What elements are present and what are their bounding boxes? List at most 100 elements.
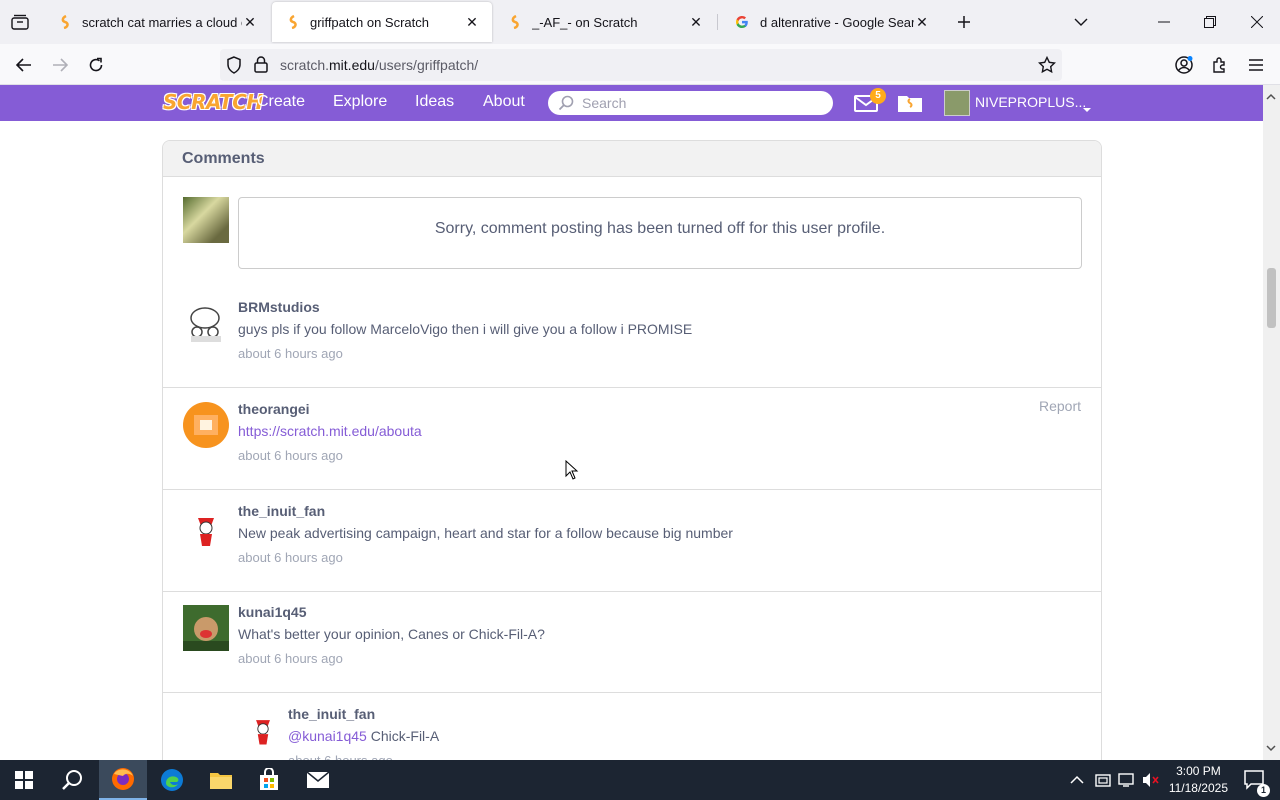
search-placeholder: Search [582,95,627,111]
comment-username[interactable]: the_inuit_fan [238,503,325,519]
avatar[interactable] [183,605,229,651]
scrollbar-thumb[interactable] [1267,268,1276,328]
windows-start-icon[interactable] [0,760,48,800]
comment-link[interactable]: https://scratch.mit.edu/abouta [238,423,422,439]
nav-link-ideas[interactable]: Ideas [415,93,454,111]
windows-taskbar: 3:00 PM 11/18/2025 1 [0,760,1280,800]
scratch-logo[interactable]: SCRATCH [163,90,263,114]
tab-griffpatch[interactable]: griffpatch on Scratch ✕ [272,2,492,42]
nav-link-about[interactable]: About [483,93,525,111]
browser-navbar: scratch.mit.edu/users/griffpatch/ [0,44,1280,85]
edge-icon[interactable] [148,760,196,800]
avatar[interactable] [183,300,229,346]
page-scrollbar[interactable] [1263,85,1280,760]
report-button[interactable]: Report [1039,398,1081,414]
show-hidden-icons-chevron-icon[interactable] [1070,772,1084,790]
mention-link[interactable]: @kunai1q45 [288,728,367,744]
mail-icon[interactable] [294,760,342,800]
firefox-icon[interactable] [99,760,147,800]
notification-count-badge: 1 [1257,784,1270,797]
tab-title: d altenrative - Google Search [760,14,914,30]
network-icon[interactable] [1118,772,1136,793]
chevron-down-icon[interactable] [1058,0,1104,44]
extensions-icon[interactable] [1207,52,1233,78]
google-favicon-icon [734,14,750,30]
url-bar[interactable]: scratch.mit.edu/users/griffpatch/ [220,49,1062,81]
avatar[interactable] [243,708,283,748]
comment-text: New peak advertising campaign, heart and… [238,525,733,541]
scratch-navbar: SCRATCH Create Explore Ideas About Searc… [0,85,1263,121]
avatar[interactable] [944,90,970,116]
search-icon[interactable] [48,760,96,800]
close-window-icon[interactable] [1234,0,1280,44]
close-tab-icon[interactable]: ✕ [914,14,930,30]
comment-username[interactable]: the_inuit_fan [288,706,375,722]
tab-title: griffpatch on Scratch [310,14,429,30]
reload-icon[interactable] [83,52,109,78]
avatar[interactable] [183,402,229,448]
comment-time: about 6 hours ago [238,550,343,565]
clock-time: 3:00 PM [1176,764,1221,778]
nav-link-explore[interactable]: Explore [333,93,387,111]
lock-icon[interactable] [254,56,268,78]
scroll-up-icon[interactable] [1266,88,1276,106]
comments-disabled-notice: Sorry, comment posting has been turned o… [238,197,1082,269]
search-icon [558,95,574,116]
clock-date: 11/18/2025 [1168,781,1228,795]
close-tab-icon[interactable]: ✕ [464,14,480,30]
tab-title: scratch cat marries a cloud on Scratch [82,14,242,30]
avatar [183,197,229,243]
bookmark-star-icon[interactable] [1037,55,1057,79]
forward-arrow-icon[interactable] [47,52,73,78]
taskbar-clock[interactable]: 3:00 PM 11/18/2025 [1169,763,1228,797]
store-icon[interactable] [245,760,293,800]
messages-count-badge: 5 [870,88,886,104]
tab-af[interactable]: _-AF_- on Scratch ✕ [494,0,716,44]
comment-time: about 6 hours ago [238,448,343,463]
account-icon[interactable] [1171,52,1197,78]
close-tab-icon[interactable]: ✕ [688,14,704,30]
scroll-down-icon[interactable] [1266,739,1276,757]
nav-link-create[interactable]: Create [257,93,305,111]
comment: BRMstudios guys pls if you follow Marcel… [163,287,1101,388]
meet-now-icon[interactable] [1095,772,1111,793]
avatar[interactable] [183,504,229,550]
shield-icon[interactable] [226,56,242,79]
my-stuff-folder-icon[interactable] [897,93,923,118]
comment: kunai1q45 What's better your opinion, Ca… [163,592,1101,693]
comment-text: guys pls if you follow MarceloVigo then … [238,321,693,337]
search-input[interactable]: Search [548,91,833,115]
scratch-favicon-icon [510,14,522,30]
browser-tabstrip: scratch cat marries a cloud on Scratch ✕… [0,0,1280,44]
comments-section: Comments Sorry, comment posting has been… [162,140,1102,780]
reply-text: Chick-Fil-A [370,728,440,744]
tab-scratch-cat[interactable]: scratch cat marries a cloud on Scratch ✕ [44,0,270,44]
notification-center-icon[interactable]: 1 [1244,770,1270,797]
comment-username[interactable]: theorangei [238,401,310,417]
close-tab-icon[interactable]: ✕ [242,14,258,30]
comment-time: about 6 hours ago [238,651,343,666]
url-prefix: scratch. [280,57,330,73]
scratch-favicon-icon [60,14,72,30]
comment-username[interactable]: kunai1q45 [238,604,306,620]
restore-icon[interactable] [1187,0,1233,44]
caret-down-icon[interactable] [1082,100,1092,118]
comment: theorangei https://scratch.mit.edu/about… [163,389,1101,490]
volume-muted-icon[interactable] [1142,772,1160,793]
url-text[interactable]: scratch.mit.edu/users/griffpatch/ [280,57,478,73]
scratch-favicon-icon [288,14,300,30]
url-path: /users/griffpatch/ [374,57,479,73]
back-arrow-icon[interactable] [11,52,37,78]
tab-google-search[interactable]: d altenrative - Google Search ✕ [718,0,942,44]
menu-icon[interactable] [1243,52,1269,78]
list-all-tabs-icon[interactable] [8,10,32,34]
comment-time: about 6 hours ago [238,346,343,361]
minimize-icon[interactable] [1141,0,1187,44]
url-domain: mit.edu [329,57,375,73]
username-label[interactable]: NIVEPROPLUS... [975,94,1086,110]
comment: the_inuit_fan New peak advertising campa… [163,491,1101,592]
comment-username[interactable]: BRMstudios [238,299,320,315]
new-tab-icon[interactable] [954,12,974,32]
file-explorer-icon[interactable] [197,760,245,800]
comments-heading: Comments [163,141,1101,177]
